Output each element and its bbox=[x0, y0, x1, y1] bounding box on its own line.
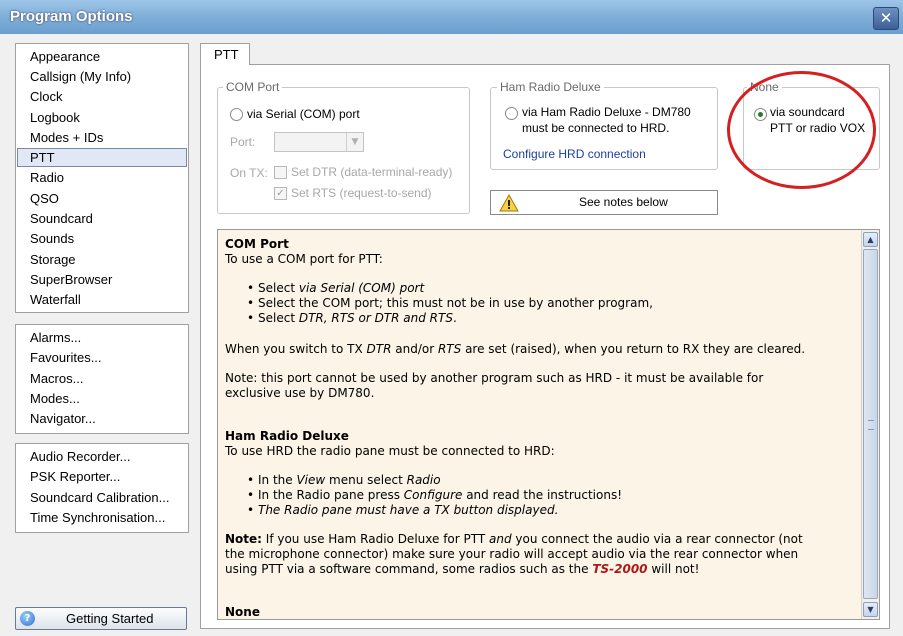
close-button[interactable]: ✕ bbox=[873, 7, 899, 30]
hrd-radio-label-line1[interactable]: via Ham Radio Deluxe - DM780 bbox=[522, 105, 691, 119]
notes-hrd-note-line2: the microphone connector) make sure your… bbox=[225, 547, 799, 561]
rts-checkbox[interactable]: ✓ bbox=[274, 187, 287, 200]
notes-hrd-bullet-2: In the Radio pane press Configure and re… bbox=[247, 488, 622, 502]
nav-item-superbrowser[interactable]: SuperBrowser bbox=[30, 270, 112, 289]
nav-item-logbook[interactable]: Logbook bbox=[30, 108, 80, 127]
nav-panel-tools: Alarms... Favourites... Macros... Modes.… bbox=[15, 324, 189, 434]
nav-item-radio[interactable]: Radio bbox=[30, 168, 64, 187]
nav-item-favourites[interactable]: Favourites... bbox=[30, 348, 102, 367]
nav-item-qso[interactable]: QSO bbox=[30, 189, 59, 208]
scroll-up-icon[interactable]: ▲ bbox=[863, 232, 878, 247]
nav-panel-utilities: Audio Recorder... PSK Reporter... Soundc… bbox=[15, 443, 189, 533]
notes-com-bullet-3: Select DTR, RTS or DTR and RTS. bbox=[247, 311, 457, 325]
program-options-window: Program Options ✕ Appearance Callsign (M… bbox=[0, 0, 903, 636]
nav-item-soundcard-calibration[interactable]: Soundcard Calibration... bbox=[30, 488, 169, 507]
on-tx-label: On TX: bbox=[230, 166, 268, 180]
nav-item-macros[interactable]: Macros... bbox=[30, 369, 83, 388]
dtr-checkbox-label[interactable]: Set DTR (data-terminal-ready) bbox=[291, 165, 452, 179]
notes-scrollbar[interactable]: ▲ ▼ bbox=[861, 230, 879, 619]
nav-item-clock[interactable]: Clock bbox=[30, 87, 63, 106]
notes-com-bullet-1: Select via Serial (COM) port bbox=[247, 281, 424, 295]
warning-icon bbox=[499, 194, 519, 212]
hrd-group-title: Ham Radio Deluxe bbox=[497, 80, 604, 94]
hrd-radio[interactable] bbox=[505, 107, 518, 120]
highlight-circle-annotation bbox=[727, 71, 876, 189]
com-port-radio-label[interactable]: via Serial (COM) port bbox=[247, 107, 360, 121]
nav-item-alarms[interactable]: Alarms... bbox=[30, 328, 81, 347]
notes-switch-text: When you switch to TX DTR and/or RTS are… bbox=[225, 342, 806, 356]
com-port-radio[interactable] bbox=[230, 108, 243, 121]
notes-com-heading: COM Port bbox=[225, 237, 289, 251]
nav-item-time-sync[interactable]: Time Synchronisation... bbox=[30, 508, 165, 527]
nav-panel-main: Appearance Callsign (My Info) Clock Logb… bbox=[15, 43, 189, 313]
notes-com-note-line2: exclusive use by DM780. bbox=[225, 386, 375, 400]
notes-hrd-bullet-1: In the View menu select Radio bbox=[247, 473, 441, 487]
rts-checkbox-label[interactable]: Set RTS (request-to-send) bbox=[291, 186, 432, 200]
grip-icon bbox=[868, 420, 874, 430]
notes-hrd-note-line3: using PTT via a software command, some r… bbox=[225, 562, 700, 576]
window-title: Program Options bbox=[10, 8, 133, 25]
configure-hrd-link[interactable]: Configure HRD connection bbox=[503, 147, 646, 161]
nav-item-appearance[interactable]: Appearance bbox=[30, 47, 100, 66]
nav-item-navigator[interactable]: Navigator... bbox=[30, 409, 96, 428]
notes-hrd-note-line1: Note: If you use Ham Radio Deluxe for PT… bbox=[225, 532, 803, 546]
see-notes-button[interactable]: See notes below bbox=[490, 190, 718, 215]
notes-hrd-intro: To use HRD the radio pane must be connec… bbox=[225, 444, 555, 458]
notes-panel[interactable]: COM Port To use a COM port for PTT: Sele… bbox=[217, 229, 880, 620]
notes-com-note-line1: Note: this port cannot be used by anothe… bbox=[225, 371, 764, 385]
getting-started-label: Getting Started bbox=[66, 611, 154, 626]
see-notes-label: See notes below bbox=[579, 195, 668, 209]
port-label: Port: bbox=[230, 135, 256, 149]
chevron-down-icon: ▼ bbox=[346, 133, 363, 151]
nav-item-psk-reporter[interactable]: PSK Reporter... bbox=[30, 467, 120, 486]
nav-item-waterfall[interactable]: Waterfall bbox=[30, 290, 81, 309]
nav-item-callsign[interactable]: Callsign (My Info) bbox=[30, 67, 131, 86]
notes-hrd-bullet-3: The Radio pane must have a TX button dis… bbox=[247, 503, 558, 517]
hrd-radio-label-line2[interactable]: must be connected to HRD. bbox=[522, 121, 669, 135]
nav-item-audio-recorder[interactable]: Audio Recorder... bbox=[30, 447, 130, 466]
nav-item-soundcard[interactable]: Soundcard bbox=[30, 209, 93, 228]
nav-item-sounds[interactable]: Sounds bbox=[30, 229, 74, 248]
dtr-checkbox[interactable] bbox=[274, 166, 287, 179]
notes-none-heading: None bbox=[225, 605, 260, 619]
notes-com-intro: To use a COM port for PTT: bbox=[225, 252, 383, 266]
tab-ptt[interactable]: PTT bbox=[200, 43, 250, 65]
getting-started-button[interactable]: ? Getting Started bbox=[15, 607, 187, 630]
port-select[interactable]: ▼ bbox=[274, 132, 364, 152]
tab-ptt-label: PTT bbox=[214, 47, 239, 62]
scroll-thumb[interactable] bbox=[863, 249, 878, 599]
com-port-group-title: COM Port bbox=[223, 80, 283, 94]
nav-item-modes-ids[interactable]: Modes + IDs bbox=[30, 128, 103, 147]
nav-item-modes[interactable]: Modes... bbox=[30, 389, 80, 408]
notes-hrd-heading: Ham Radio Deluxe bbox=[225, 429, 349, 443]
help-icon: ? bbox=[20, 611, 35, 626]
scroll-down-icon[interactable]: ▼ bbox=[863, 602, 878, 617]
notes-com-bullet-2: Select the COM port; this must not be in… bbox=[247, 296, 653, 310]
title-bar[interactable]: Program Options ✕ bbox=[0, 0, 903, 34]
nav-item-storage[interactable]: Storage bbox=[30, 250, 76, 269]
nav-item-ptt[interactable]: PTT bbox=[30, 148, 55, 167]
